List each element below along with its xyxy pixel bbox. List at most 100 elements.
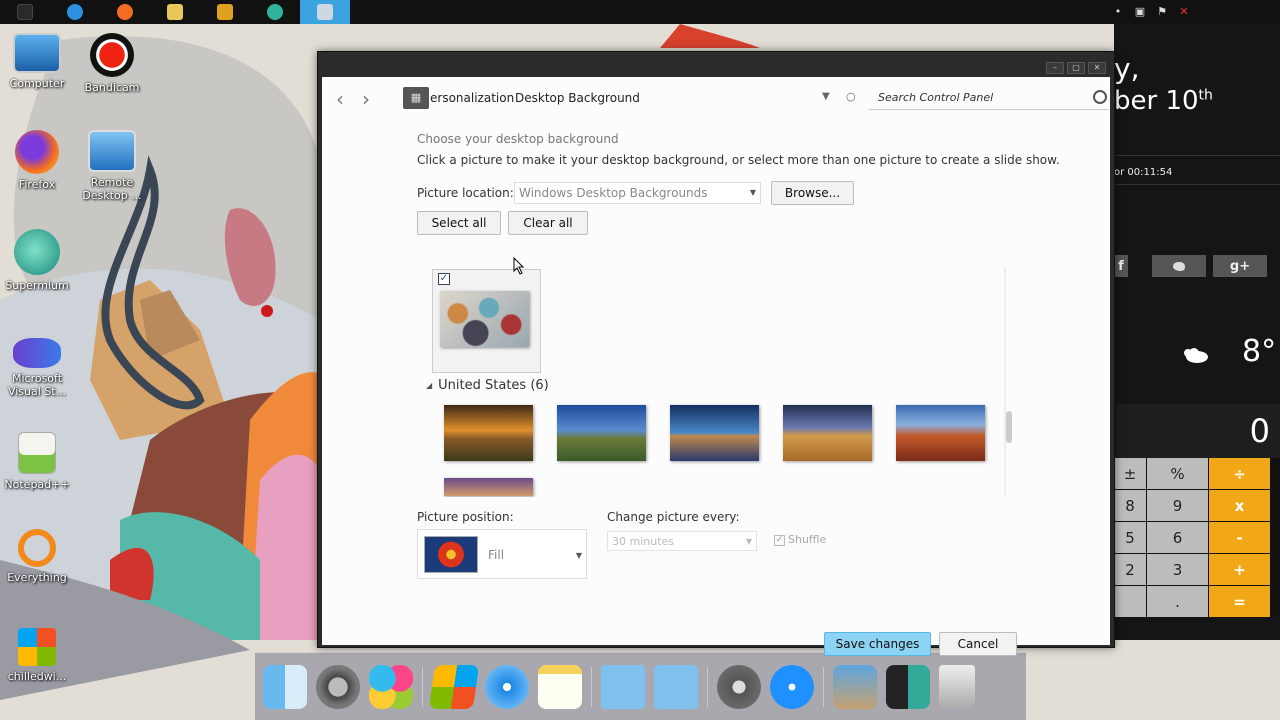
desktop-icon-everything[interactable]: Everything <box>0 529 74 584</box>
finder-icon[interactable] <box>263 664 307 709</box>
network-icon[interactable]: ▣ <box>1134 6 1146 18</box>
app-store-icon[interactable] <box>770 664 814 709</box>
calc-key[interactable]: = <box>1209 586 1270 617</box>
search-input[interactable]: Search Control Panel <box>878 91 993 104</box>
mouse-cursor-icon <box>513 257 525 275</box>
notes-icon[interactable] <box>538 664 582 709</box>
preview-icon[interactable] <box>833 664 877 709</box>
change-picture-label: Change picture every: <box>607 510 740 524</box>
selected-thumbnail[interactable]: ✓ <box>432 269 541 373</box>
calc-key[interactable]: x <box>1209 490 1270 521</box>
tray-dot-icon[interactable]: • <box>1112 6 1124 18</box>
clear-all-button[interactable]: Clear all <box>508 211 588 235</box>
close-button[interactable]: ✕ <box>1088 62 1106 74</box>
page-description: Click a picture to make it your desktop … <box>417 153 1060 167</box>
change-picture-value: 30 minutes <box>612 535 675 548</box>
browse-button[interactable]: Browse... <box>771 181 854 205</box>
thumbnail-partial-image[interactable] <box>444 478 533 496</box>
volume-muted-icon[interactable]: ✕ <box>1178 6 1190 18</box>
twitter-button[interactable] <box>1152 255 1206 277</box>
photo-gallery-icon[interactable] <box>886 664 930 709</box>
desktop-icon-notepadpp[interactable]: Notepad++ <box>0 432 74 491</box>
widget-day: y, <box>1114 52 1140 85</box>
trash-icon[interactable] <box>939 664 975 709</box>
calc-key[interactable]: 6 <box>1147 522 1208 553</box>
thumbnail-checkbox[interactable]: ✓ <box>438 273 450 285</box>
desktop-icon-remote-desktop[interactable]: Remote Desktop ... <box>75 130 149 202</box>
control-panel-icon[interactable]: ▦ <box>403 87 429 109</box>
calculator-keypad: ± % ÷ 8 9 x 5 6 - 2 3 + . = <box>1114 458 1280 617</box>
cloud-icon <box>1184 348 1208 363</box>
picture-location-value: Windows Desktop Backgrounds <box>519 186 708 200</box>
minimize-button[interactable]: – <box>1046 62 1064 74</box>
calc-key[interactable]: % <box>1147 458 1208 489</box>
thumbnail-lighthouse-image[interactable] <box>557 405 646 461</box>
gallery-scrollbar-thumb[interactable] <box>1006 411 1012 443</box>
back-button[interactable]: ‹ <box>331 89 349 109</box>
thumbnail-hay-bale-image[interactable] <box>783 405 872 461</box>
cancel-button[interactable]: Cancel <box>939 632 1017 656</box>
documents-folder-icon[interactable] <box>601 664 645 709</box>
game-center-icon[interactable] <box>369 664 413 709</box>
control-panel-window: – □ ✕ ‹ › ▦ ersonalization Desktop Backg… <box>317 51 1115 656</box>
breadcrumb-desktop-background[interactable]: Desktop Background <box>515 91 640 105</box>
picture-position-select[interactable]: Fill ▼ <box>417 529 587 579</box>
taskbar-internet-explorer-button[interactable] <box>50 0 100 24</box>
calc-key[interactable]: + <box>1209 554 1270 585</box>
gallery-scrollbar[interactable] <box>1004 267 1006 497</box>
widget-uptime: or 00:11:54 <box>1114 167 1173 178</box>
dock-separator <box>707 666 708 707</box>
desktop-icon-visual-studio[interactable]: Microsoft Visual St... <box>0 338 74 398</box>
breadcrumb-personalization[interactable]: ersonalization <box>430 91 514 105</box>
search-icon[interactable] <box>1093 90 1107 104</box>
change-picture-select[interactable]: 30 minutes ▼ <box>607 531 757 551</box>
forward-button[interactable]: › <box>357 89 375 109</box>
search-box[interactable]: Search Control Panel <box>869 86 1109 110</box>
maximize-button[interactable]: □ <box>1067 62 1085 74</box>
taskbar-media-player-button[interactable] <box>200 0 250 24</box>
calc-key[interactable]: 8 <box>1114 490 1146 521</box>
taskbar-start-button[interactable] <box>0 0 50 24</box>
picture-location-select[interactable]: Windows Desktop Backgrounds ▼ <box>514 182 761 204</box>
calc-key[interactable]: ÷ <box>1209 458 1270 489</box>
desktop-icon-firefox[interactable]: Firefox <box>0 130 74 191</box>
collapse-triangle-icon[interactable]: ◢ <box>426 381 432 390</box>
taskbar-file-explorer-button[interactable] <box>150 0 200 24</box>
desktop-icon-supermium[interactable]: Supermium <box>0 229 74 292</box>
calc-key[interactable]: 2 <box>1114 554 1146 585</box>
calc-key[interactable]: 9 <box>1147 490 1208 521</box>
desktop-icon-chilledwindows[interactable]: chilledwi... <box>0 628 74 683</box>
taskbar-firefox-button[interactable] <box>100 0 150 24</box>
system-preferences-icon[interactable] <box>316 664 360 709</box>
desktop-icon-bandicam[interactable]: Bandicam <box>75 33 149 94</box>
google-plus-button[interactable]: g+ <box>1213 255 1267 277</box>
taskbar-control-panel-button[interactable] <box>300 0 350 24</box>
shuffle-checkbox[interactable]: ✓ <box>774 535 785 546</box>
save-changes-button[interactable]: Save changes <box>824 632 931 656</box>
calc-key[interactable]: 5 <box>1114 522 1146 553</box>
address-dropdown-icon[interactable]: ▼ <box>822 91 830 102</box>
thumbnail-sunset-image[interactable] <box>444 405 533 461</box>
refresh-icon[interactable]: ○ <box>846 90 856 103</box>
supermium-icon <box>267 4 283 20</box>
calc-key[interactable]: ± <box>1114 458 1146 489</box>
calc-key[interactable]: . <box>1147 586 1208 617</box>
desktop-icon-computer[interactable]: Computer <box>0 33 74 90</box>
applications-folder-icon[interactable] <box>654 664 698 709</box>
widget-divider <box>1114 184 1280 185</box>
chevron-down-icon: ▼ <box>575 551 582 560</box>
thumbnail-arch-image[interactable] <box>896 405 985 461</box>
group-header-united-states[interactable]: ◢ United States (6) <box>426 378 549 393</box>
flag-icon[interactable]: ⚑ <box>1156 6 1168 18</box>
facebook-button[interactable]: f <box>1114 255 1128 277</box>
thumbnail-rock-lake-image[interactable] <box>670 405 759 461</box>
select-all-button[interactable]: Select all <box>417 211 501 235</box>
windows-logo-icon <box>18 628 56 666</box>
taskbar-supermium-button[interactable] <box>250 0 300 24</box>
calc-key[interactable]: - <box>1209 522 1270 553</box>
safari-icon[interactable] <box>485 664 529 709</box>
windows-logo-icon[interactable] <box>428 664 480 709</box>
launchpad-icon[interactable] <box>717 664 761 709</box>
calc-key[interactable] <box>1114 586 1146 617</box>
calc-key[interactable]: 3 <box>1147 554 1208 585</box>
